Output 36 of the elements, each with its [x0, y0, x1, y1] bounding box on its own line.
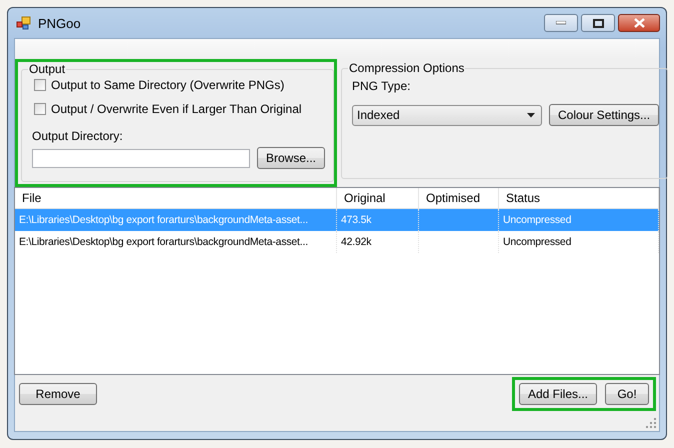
column-header[interactable]: File — [15, 188, 337, 208]
close-button[interactable] — [618, 14, 660, 32]
group-title: Compression Options — [348, 61, 466, 75]
checkbox[interactable] — [34, 78, 46, 90]
caret-icon — [527, 112, 535, 118]
colour-settings-button[interactable]: Colour Settings... — [549, 104, 660, 126]
table-cell: 42.92k — [337, 231, 419, 253]
remove-button[interactable]: Remove — [19, 383, 97, 405]
resize-grip-icon — [646, 418, 656, 428]
checkbox[interactable] — [34, 102, 46, 114]
window-title: PNGoo — [38, 16, 82, 30]
table-cell: E:\Libraries\Desktop\bg export forarturs\backgroundMeta-asset... — [15, 209, 337, 231]
field-label: Output Directory: — [32, 129, 124, 143]
browse-button[interactable]: Browse... — [257, 147, 326, 169]
close-icon — [634, 18, 644, 28]
table-cell: E:\Libraries\Desktop\bg export forarturs\backgroundMeta-asset... — [15, 231, 337, 253]
maximize-icon — [592, 18, 604, 28]
maximize-button[interactable] — [581, 14, 615, 32]
checkbox-label[interactable]: Output to Same Directory (Overwrite PNGs) — [51, 78, 284, 92]
field-label: PNG Type: — [352, 79, 410, 93]
table-cell: Uncompressed — [499, 231, 659, 253]
minimize-button[interactable] — [544, 14, 578, 32]
minimize-icon — [556, 21, 566, 25]
checkbox-label[interactable]: Output / Overwrite Even if Larger Than Original — [51, 102, 302, 116]
column-header[interactable]: Status — [499, 188, 659, 208]
go-button[interactable]: Go! — [605, 383, 649, 405]
table-cell: 473.5k — [337, 209, 419, 231]
group-title: Output — [28, 62, 66, 76]
png-type-dropdown[interactable]: Indexed — [352, 104, 542, 126]
file-row[interactable]: E:\Libraries\Desktop\bg export forarturs\backgroundMeta-asset... 42.92k Uncompressed — [15, 231, 659, 253]
add-files-button[interactable]: Add Files... — [518, 383, 597, 405]
column-header[interactable]: Optimised — [419, 188, 499, 208]
directory-field[interactable] — [32, 148, 250, 168]
table-cell: Uncompressed — [499, 209, 659, 231]
column-header[interactable]: Original — [337, 188, 419, 208]
app-icon — [16, 16, 32, 30]
